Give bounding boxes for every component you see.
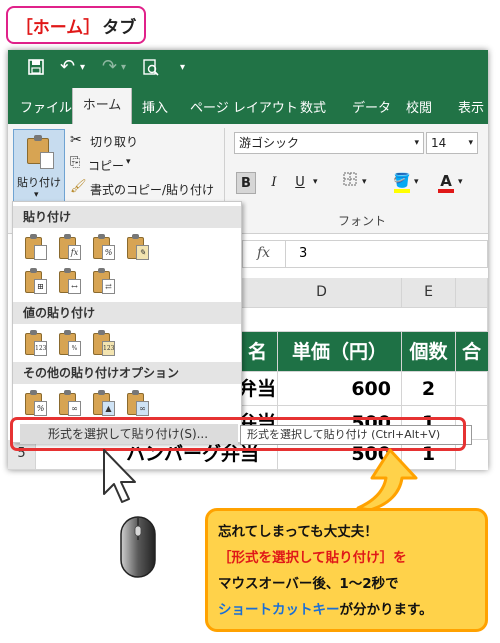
borders-icon xyxy=(343,172,357,186)
redo-dropdown: ▾ xyxy=(121,62,127,73)
values-source-formatting-icon[interactable]: 123 xyxy=(93,330,117,358)
formula-value: 3 xyxy=(299,246,308,261)
transpose-icon[interactable]: ⇄ xyxy=(93,268,117,296)
format-painter-icon[interactable]: 🖌 xyxy=(70,179,87,194)
paste-picture-icon[interactable]: ▲ xyxy=(93,390,117,418)
no-borders-icon[interactable]: ⊞ xyxy=(25,268,49,296)
count-cell[interactable]: 2 xyxy=(402,372,456,406)
menu-section-paste: 貼り付け xyxy=(13,206,241,228)
tab-view[interactable]: 表示 xyxy=(458,97,484,116)
paste-link-icon[interactable]: ∞ xyxy=(59,390,83,418)
callout-arrow xyxy=(356,448,418,512)
undo-dropdown[interactable]: ▾ xyxy=(80,62,85,73)
fill-color-dropdown-icon[interactable]: ▾ xyxy=(414,177,419,187)
mouse-pointer-icon xyxy=(103,449,136,503)
font-name-value: 游ゴシック xyxy=(239,136,300,150)
paste-formulas-number-format-icon[interactable]: % xyxy=(93,234,117,262)
column-header-f[interactable] xyxy=(456,278,488,308)
callout-line4: ショートカットキーが分かります。 xyxy=(218,597,475,623)
formula-bar[interactable]: fx 3 xyxy=(242,240,488,268)
callout-shortcut-key: ショートカットキー xyxy=(218,602,340,618)
tab-page-layout[interactable]: ページ レイアウト xyxy=(190,97,298,116)
tab-formulas[interactable]: 数式 xyxy=(300,97,326,116)
callout-line2: ［形式を選択して貼り付け］を xyxy=(218,550,407,566)
format-painter-button[interactable]: 書式のコピー/貼り付け xyxy=(90,181,214,198)
tag-bracket-label: ［ホーム］ xyxy=(15,17,101,38)
font-name-box[interactable]: 游ゴシック ▾ xyxy=(234,132,424,154)
column-header-d[interactable]: D xyxy=(242,278,402,308)
paste-button[interactable]: 貼り付け ▾ xyxy=(13,129,65,205)
header-cell-partial[interactable]: 名 xyxy=(238,332,278,372)
keep-source-formatting-icon[interactable]: ✎ xyxy=(127,234,151,262)
tip-callout: 忘れてしまっても大丈夫！ ［形式を選択して貼り付け］を マウスオーバー後、1～2… xyxy=(205,508,488,632)
font-color-button[interactable]: A xyxy=(436,170,456,193)
computer-mouse-icon xyxy=(120,516,156,578)
paste-options-menu: 貼り付け fx % ✎ ⊞ ↔ ⇄ 値の貼り付け 123 % 123 その他の貼… xyxy=(12,201,242,443)
callout-line4-rest: が分かります。 xyxy=(339,602,433,618)
paste-special-highlight xyxy=(10,417,466,451)
font-group-label: フォント xyxy=(338,214,387,228)
font-color-dropdown-icon[interactable]: ▾ xyxy=(458,177,463,187)
home-tab-tag: ［ホーム］ タブ xyxy=(6,6,146,44)
empty-row[interactable] xyxy=(242,308,488,332)
font-size-dropdown-icon[interactable]: ▾ xyxy=(468,133,473,153)
qat-customize-icon[interactable]: ▾ xyxy=(180,62,185,73)
font-size-box[interactable]: 14 ▾ xyxy=(426,132,478,154)
linked-picture-icon[interactable]: ∞ xyxy=(127,390,151,418)
redo-icon: ↷ xyxy=(102,56,118,77)
save-icon[interactable] xyxy=(28,59,44,79)
tab-file[interactable]: ファイル xyxy=(20,97,72,116)
keep-column-widths-icon[interactable]: ↔ xyxy=(59,268,83,296)
fill-bucket-icon: 🪣 xyxy=(393,173,411,189)
menu-section-values: 値の貼り付け xyxy=(13,302,241,324)
paste-formatting-icon[interactable]: % xyxy=(25,390,49,418)
column-header-e[interactable]: E xyxy=(402,278,456,308)
underline-dropdown-icon[interactable]: ▾ xyxy=(313,177,318,187)
name-cell[interactable]: 弁当 xyxy=(238,372,278,406)
cut-icon[interactable]: ✂ xyxy=(70,132,82,148)
print-preview-icon[interactable] xyxy=(142,59,160,81)
copy-dropdown-icon[interactable]: ▾ xyxy=(126,157,131,167)
header-total[interactable]: 合計 xyxy=(456,332,488,403)
fill-color-button[interactable]: 🪣 xyxy=(392,170,412,193)
undo-icon[interactable]: ↶ xyxy=(60,56,75,77)
paste-values-icon[interactable]: 123 xyxy=(25,330,49,358)
price-cell[interactable]: 600 xyxy=(278,372,402,406)
fill-color-swatch xyxy=(394,189,410,193)
tab-data[interactable]: データ xyxy=(352,97,391,116)
ribbon-tabs: ファイル ホーム 挿入 ページ レイアウト 数式 データ 校閲 表示 xyxy=(8,88,488,124)
tab-review[interactable]: 校閲 xyxy=(406,97,432,116)
callout-line1: 忘れてしまっても大丈夫！ xyxy=(218,524,378,540)
bold-button[interactable]: B xyxy=(236,172,256,194)
underline-button[interactable]: U xyxy=(290,172,310,194)
header-count[interactable]: 個数 xyxy=(402,332,456,372)
borders-button[interactable] xyxy=(340,172,360,194)
menu-section-other: その他の貼り付けオプション xyxy=(13,362,241,384)
fx-icon[interactable]: fx xyxy=(257,245,270,261)
copy-icon[interactable]: ⎘ xyxy=(70,155,80,170)
borders-dropdown-icon[interactable]: ▾ xyxy=(362,177,367,187)
font-size-value: 14 xyxy=(431,136,447,150)
paste-sheet-icon xyxy=(40,152,54,169)
tab-insert[interactable]: 挿入 xyxy=(142,97,168,116)
callout-line3: マウスオーバー後、1～2秒で xyxy=(218,576,399,592)
quick-access-toolbar: ↶ ▾ ↷ ▾ ▾ xyxy=(8,50,488,88)
cut-button[interactable]: 切り取り xyxy=(90,133,138,150)
copy-button[interactable]: コピー xyxy=(88,157,124,174)
font-color-swatch xyxy=(438,189,454,193)
formula-divider xyxy=(285,241,286,267)
italic-button[interactable]: I xyxy=(264,172,284,194)
tab-home[interactable]: ホーム xyxy=(72,88,132,124)
paste-dropdown-icon[interactable]: ▾ xyxy=(34,190,39,200)
paste-formulas-icon[interactable]: fx xyxy=(59,234,83,262)
paste-label: 貼り付け xyxy=(17,176,61,189)
header-unit-price[interactable]: 単価（円） xyxy=(278,332,402,372)
paste-icon[interactable] xyxy=(25,234,49,262)
font-name-dropdown-icon[interactable]: ▾ xyxy=(414,133,419,153)
font-color-letter: A xyxy=(440,172,452,190)
total-cell[interactable] xyxy=(456,372,488,406)
tag-suffix: タブ xyxy=(102,17,137,38)
values-number-format-icon[interactable]: % xyxy=(59,330,83,358)
